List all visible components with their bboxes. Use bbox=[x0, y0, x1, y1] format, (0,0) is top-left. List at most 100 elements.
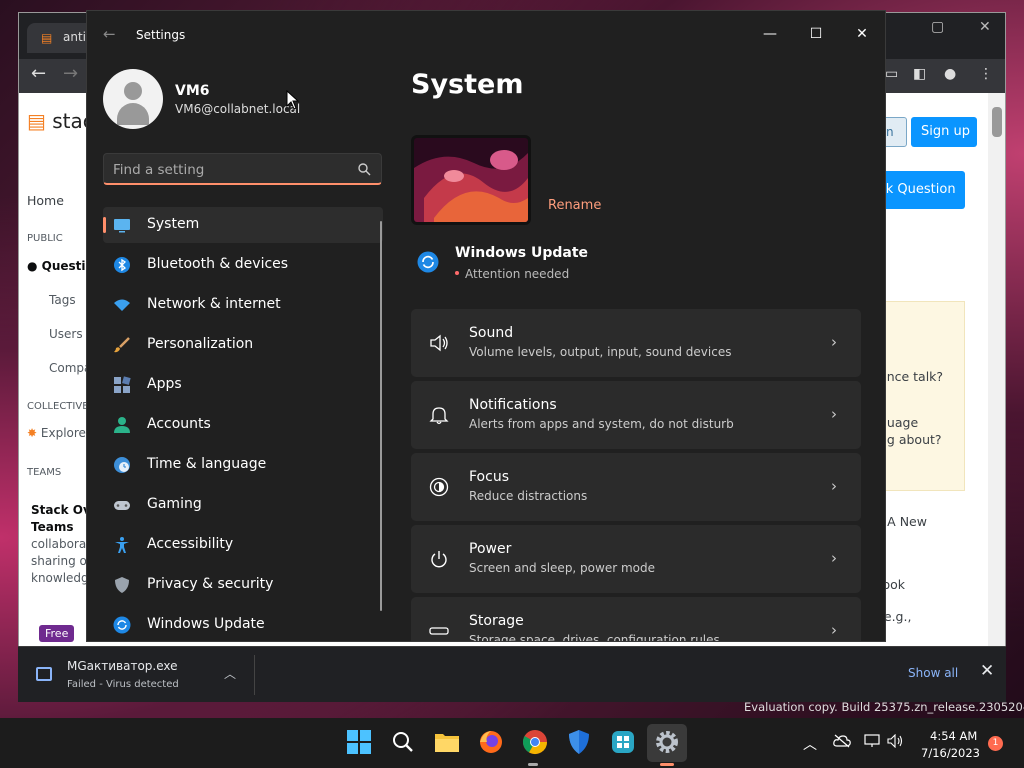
firefox-icon[interactable] bbox=[477, 728, 505, 756]
sidebar-item-system[interactable]: System bbox=[103, 207, 383, 243]
nav-public-heading: PUBLIC bbox=[27, 233, 63, 244]
nav-explore[interactable]: ✸ Explore bbox=[27, 426, 86, 440]
sidebar-item-privacy[interactable]: Privacy & security bbox=[103, 567, 383, 603]
window-title: Settings bbox=[136, 28, 186, 42]
sidebar-item-apps[interactable]: Apps bbox=[103, 367, 383, 403]
sidebar-scrollbar[interactable] bbox=[380, 221, 382, 611]
windows-start-icon[interactable] bbox=[345, 728, 373, 756]
close-button[interactable]: ✕ bbox=[839, 19, 885, 51]
windows-update-status: Attention needed bbox=[465, 267, 570, 281]
settings-gear-icon[interactable] bbox=[653, 728, 681, 756]
sidebar-icon[interactable]: ◧ bbox=[913, 66, 926, 82]
sidebar-item-label: Personalization bbox=[147, 336, 254, 352]
menu-kebab-icon[interactable]: ⋮ bbox=[979, 66, 993, 82]
search-icon[interactable] bbox=[389, 728, 417, 756]
avatar-head bbox=[124, 82, 142, 100]
show-all-button[interactable]: Show all bbox=[908, 666, 958, 680]
card-storage[interactable]: Storage Storage space, drives, configura… bbox=[411, 597, 861, 641]
selection-indicator bbox=[103, 217, 106, 233]
nav-home[interactable]: Home bbox=[27, 193, 64, 208]
clock-time[interactable]: 4:54 AM bbox=[930, 729, 977, 743]
windows-update-icon[interactable] bbox=[417, 251, 439, 273]
card-title: Sound bbox=[469, 325, 514, 341]
store-app-icon[interactable] bbox=[609, 728, 637, 756]
download-filename[interactable]: MGактиватор.exe bbox=[67, 659, 178, 673]
card-desc: Alerts from apps and system, do not dist… bbox=[469, 417, 734, 431]
chrome-icon[interactable] bbox=[521, 728, 549, 756]
page-scrollbar[interactable] bbox=[988, 93, 1005, 647]
search-icon[interactable] bbox=[357, 162, 371, 176]
maximize-button[interactable]: ☐ bbox=[793, 19, 839, 51]
card-sound[interactable]: Sound Volume levels, output, input, soun… bbox=[411, 309, 861, 377]
profile-icon[interactable]: ● bbox=[944, 66, 956, 82]
scrollbar-thumb[interactable] bbox=[992, 107, 1002, 137]
page-title: System bbox=[411, 69, 524, 100]
sidebar-item-label: Network & internet bbox=[147, 296, 281, 312]
windows-update-title[interactable]: Windows Update bbox=[455, 245, 588, 261]
sidebar-item-label: Accounts bbox=[147, 416, 211, 432]
desktop-thumbnail[interactable] bbox=[411, 135, 531, 225]
settings-titlebar: ← Settings — ☐ ✕ bbox=[87, 11, 885, 59]
sidebar-item-personalization[interactable]: Personalization bbox=[103, 327, 383, 363]
sidebar-snippet[interactable]: ng about? bbox=[879, 432, 942, 447]
card-focus[interactable]: Focus Reduce distractions › bbox=[411, 453, 861, 521]
free-badge[interactable]: Free bbox=[39, 625, 75, 642]
card-notifications[interactable]: Notifications Alerts from apps and syste… bbox=[411, 381, 861, 449]
nav-questions[interactable]: ● Questi bbox=[27, 259, 86, 273]
signup-button[interactable]: Sign up bbox=[911, 117, 977, 147]
close-icon[interactable]: ✕ bbox=[980, 661, 994, 681]
sidebar-item-accessibility[interactable]: Accessibility bbox=[103, 527, 383, 563]
teams-promo-line: sharing o bbox=[31, 554, 87, 568]
notification-badge[interactable]: 1 bbox=[988, 736, 1003, 751]
chevron-right-icon: › bbox=[831, 549, 837, 567]
avatar-body bbox=[117, 103, 149, 125]
nav-teams-heading: TEAMS bbox=[27, 467, 62, 478]
teams-promo-line: knowledg bbox=[31, 571, 89, 585]
nav-users[interactable]: Users bbox=[49, 327, 83, 341]
rename-link[interactable]: Rename bbox=[548, 198, 601, 213]
sidebar-item-gaming[interactable]: Gaming bbox=[103, 487, 383, 523]
sidebar-nav: System Bluetooth & devices Network & int… bbox=[103, 207, 383, 641]
back-arrow-icon[interactable]: ← bbox=[103, 25, 116, 43]
chevron-up-icon[interactable]: ︿ bbox=[224, 665, 236, 682]
sidebar-item-time-language[interactable]: Time & language bbox=[103, 447, 383, 483]
file-explorer-icon[interactable] bbox=[433, 728, 461, 756]
close-icon[interactable]: ✕ bbox=[979, 19, 991, 35]
avatar[interactable] bbox=[103, 69, 163, 129]
sidebar-item-accounts[interactable]: Accounts bbox=[103, 407, 383, 443]
sidebar-item-network[interactable]: Network & internet bbox=[103, 287, 383, 323]
stackoverflow-logo: ▤ stac bbox=[27, 109, 94, 133]
wifi-icon bbox=[114, 299, 130, 311]
attention-dot bbox=[455, 271, 459, 275]
clock-date[interactable]: 7/16/2023 bbox=[921, 746, 980, 760]
search-box[interactable] bbox=[103, 153, 382, 185]
download-bar: MGактиватор.exe Failed - Virus detected … bbox=[18, 646, 1006, 702]
volume-icon[interactable] bbox=[887, 734, 903, 748]
sidebar-item-label: Accessibility bbox=[147, 536, 234, 552]
tab-search-icon[interactable]: ▭ bbox=[885, 66, 898, 82]
shield-icon bbox=[115, 577, 129, 593]
teams-promo-line: collabora bbox=[31, 537, 87, 551]
sidebar-snippet[interactable]: ence talk? bbox=[879, 369, 943, 384]
card-title: Storage bbox=[469, 613, 524, 629]
back-icon[interactable]: ← bbox=[31, 63, 46, 84]
defender-shield-icon[interactable] bbox=[565, 728, 593, 756]
speaker-icon bbox=[430, 334, 448, 352]
forward-icon[interactable]: → bbox=[63, 63, 78, 84]
search-input[interactable] bbox=[113, 160, 343, 180]
sidebar-item-windows-update[interactable]: Windows Update bbox=[103, 607, 383, 641]
sidebar-snippet[interactable]: : A New bbox=[879, 514, 927, 529]
minimize-button[interactable]: — bbox=[747, 19, 793, 51]
brush-icon bbox=[114, 337, 130, 353]
sidebar-item-bluetooth[interactable]: Bluetooth & devices bbox=[103, 247, 383, 283]
cloud-offline-icon[interactable] bbox=[833, 734, 851, 748]
network-icon[interactable] bbox=[864, 734, 880, 748]
user-name: VM6 bbox=[175, 83, 210, 99]
ask-question-button[interactable]: sk Question bbox=[879, 171, 965, 209]
card-power[interactable]: Power Screen and sleep, power mode › bbox=[411, 525, 861, 593]
chevron-up-icon[interactable]: ︿ bbox=[803, 734, 817, 754]
minimize-icon[interactable]: ▢ bbox=[931, 19, 944, 35]
nav-tags[interactable]: Tags bbox=[49, 293, 76, 307]
divider bbox=[254, 655, 255, 695]
sidebar-item-label: Privacy & security bbox=[147, 576, 274, 592]
